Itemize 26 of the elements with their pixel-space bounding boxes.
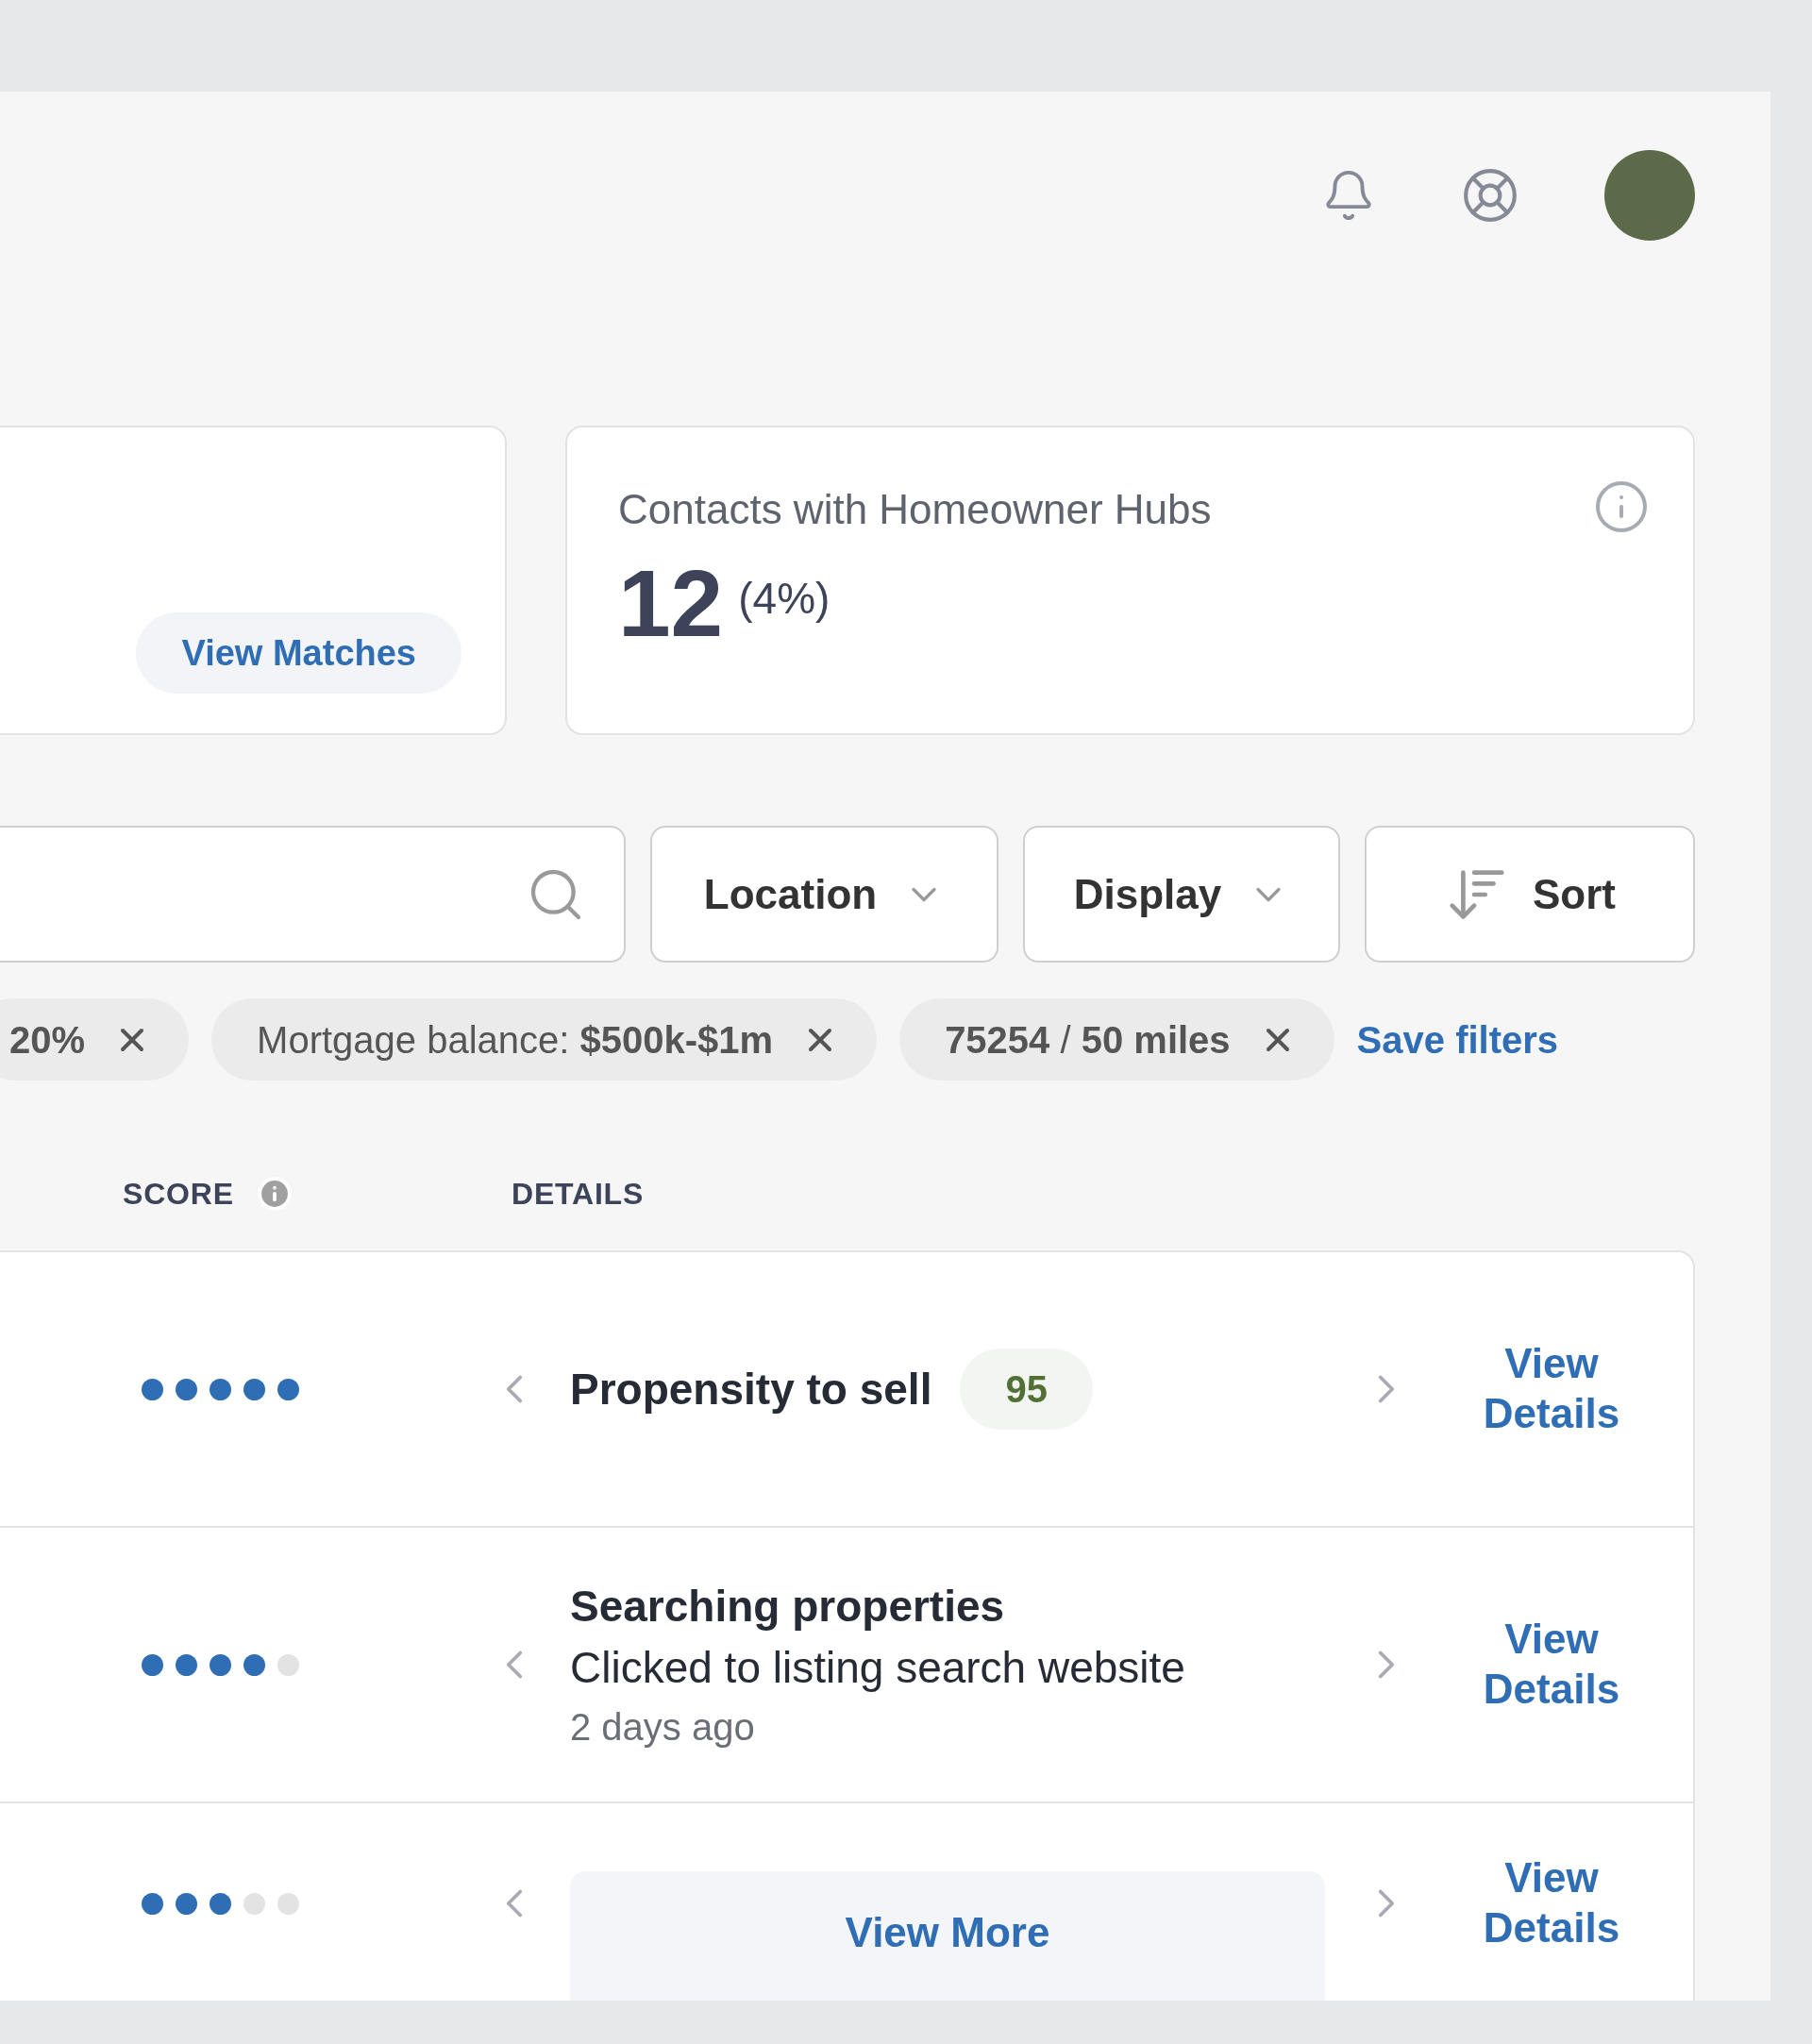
stat-value: 12 bbox=[618, 556, 724, 650]
view-details-link[interactable]: View Details bbox=[1476, 1339, 1627, 1439]
stat-percent: (4%) bbox=[738, 573, 830, 625]
column-header: DETAILS bbox=[512, 1176, 645, 1213]
column-header: SCORE bbox=[123, 1176, 234, 1213]
view-details-link[interactable]: View Details bbox=[1476, 1615, 1627, 1715]
detail-description: Clicked to listing search website bbox=[570, 1642, 1186, 1694]
detail-time: 2 days ago bbox=[570, 1704, 756, 1750]
filter-chip-label: Mortgage balance: $500k-$1m bbox=[257, 1017, 774, 1063]
filter-chip-label: 75254 / 50 miles bbox=[945, 1017, 1231, 1063]
save-filters-link[interactable]: Save filters bbox=[1356, 1011, 1559, 1068]
search-field[interactable] bbox=[0, 826, 626, 963]
view-matches-button[interactable]: View Matches bbox=[136, 612, 461, 694]
detail-title: Searching properties bbox=[570, 1580, 1006, 1633]
dropdown-button[interactable]: Location bbox=[650, 826, 998, 963]
dropdown-button[interactable]: Display bbox=[1023, 826, 1340, 963]
info-icon[interactable] bbox=[256, 1176, 293, 1212]
view-more-button[interactable]: View More bbox=[570, 1871, 1325, 2001]
card-title: Contacts with Homeowner Hubs bbox=[618, 485, 1212, 534]
score-badge: 95 bbox=[960, 1349, 1093, 1430]
help-icon[interactable] bbox=[1461, 166, 1519, 225]
filter-chip-label: 20% bbox=[9, 1017, 86, 1063]
detail-title: Propensity to sell bbox=[570, 1363, 932, 1416]
view-details-link[interactable]: View Details bbox=[1476, 1853, 1627, 1953]
info-icon[interactable] bbox=[1593, 478, 1650, 535]
sort-button[interactable]: Sort bbox=[1365, 826, 1695, 963]
